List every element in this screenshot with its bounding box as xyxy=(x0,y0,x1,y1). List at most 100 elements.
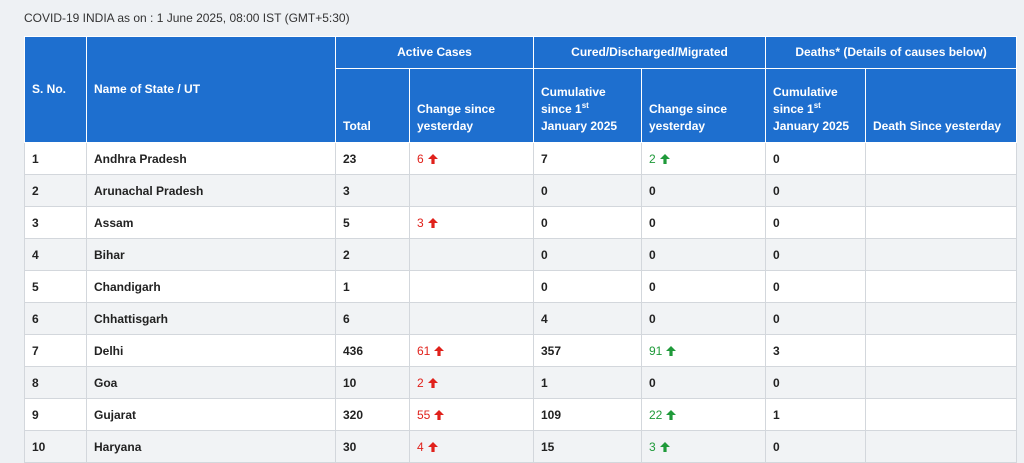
header-active-change: Change since yesterday xyxy=(409,68,534,143)
header-deaths-cumulative-b: January 2025 xyxy=(773,119,850,133)
cell-state-name: Chhattisgarh xyxy=(86,302,336,335)
cell-cured-change-value: 22 xyxy=(649,407,663,422)
cell-active-total: 10 xyxy=(335,366,410,399)
cell-active-change xyxy=(409,270,534,303)
cell-active-change: 2 xyxy=(409,366,534,399)
cell-deaths-since xyxy=(865,334,1018,367)
cell-cured-change-value: 91 xyxy=(649,343,663,358)
table-row: 10 Haryana 30 4 15 3 0 xyxy=(24,430,1018,463)
header-deaths-cumulative-sup: st xyxy=(813,101,821,110)
cell-active-total: 1 xyxy=(335,270,410,303)
header-deaths-cumulative-a: Cumulative since 1 xyxy=(773,85,838,116)
up-arrow-icon xyxy=(434,409,445,420)
cell-sno: 7 xyxy=(24,334,87,367)
cell-cured-change: 0 xyxy=(640,302,767,335)
cell-sno: 4 xyxy=(24,238,87,271)
up-arrow-icon xyxy=(427,441,438,452)
cell-cured-change: 0 xyxy=(640,238,767,271)
cell-active-change-value: 4 xyxy=(417,439,424,454)
cell-deaths-cumulative: 3 xyxy=(765,334,867,367)
cell-cured-cumulative: 0 xyxy=(533,174,642,207)
cell-deaths-since xyxy=(865,206,1018,239)
table-row: 7 Delhi 436 61 357 91 3 xyxy=(24,334,1018,367)
table-row: 8 Goa 10 2 1 0 0 xyxy=(24,366,1018,399)
cell-cured-change: 0 xyxy=(640,366,767,399)
header-deaths: Deaths* (Details of causes below) xyxy=(765,36,1018,69)
cell-deaths-since xyxy=(865,142,1018,175)
cell-state-name: Bihar xyxy=(86,238,336,271)
cell-deaths-cumulative: 0 xyxy=(765,302,867,335)
cell-active-change xyxy=(409,174,534,207)
cell-deaths-since xyxy=(865,238,1018,271)
cell-sno: 10 xyxy=(24,430,87,463)
cell-deaths-cumulative: 0 xyxy=(765,206,867,239)
cell-state-name: Gujarat xyxy=(86,398,336,431)
cell-cured-change: 3 xyxy=(640,430,767,463)
header-cured-change: Change since yesterday xyxy=(640,68,767,143)
cell-active-change: 3 xyxy=(409,206,534,239)
table-row: 1 Andhra Pradesh 23 6 7 2 0 xyxy=(24,142,1018,175)
cell-active-change: 55 xyxy=(409,398,534,431)
header-state: Name of State / UT xyxy=(86,36,336,143)
cell-active-total: 3 xyxy=(335,174,410,207)
cell-cured-cumulative: 0 xyxy=(533,270,642,303)
table-header: S. No. Name of State / UT Active Cases C… xyxy=(24,36,1018,143)
cell-deaths-since xyxy=(865,430,1018,463)
state-wise-table-container: S. No. Name of State / UT Active Cases C… xyxy=(24,36,1018,463)
cell-state-name: Goa xyxy=(86,366,336,399)
cell-sno: 8 xyxy=(24,366,87,399)
cell-deaths-cumulative: 0 xyxy=(765,430,867,463)
cell-active-change xyxy=(409,238,534,271)
cell-cured-change-value: 3 xyxy=(649,439,656,454)
cell-sno: 9 xyxy=(24,398,87,431)
up-arrow-icon xyxy=(427,153,438,164)
cell-deaths-since xyxy=(865,398,1018,431)
header-sno: S. No. xyxy=(24,36,87,143)
cell-sno: 2 xyxy=(24,174,87,207)
header-cured-cumulative: Cumulative since 1st January 2025 xyxy=(533,68,642,143)
cell-deaths-cumulative: 0 xyxy=(765,366,867,399)
cell-state-name: Haryana xyxy=(86,430,336,463)
table-row: 3 Assam 5 3 0 0 0 xyxy=(24,206,1018,239)
cell-cured-change: 91 xyxy=(640,334,767,367)
cell-cured-change: 0 xyxy=(640,270,767,303)
cell-state-name: Assam xyxy=(86,206,336,239)
table-row: 4 Bihar 2 0 0 0 xyxy=(24,238,1018,271)
cell-active-total: 320 xyxy=(335,398,410,431)
state-wise-table: S. No. Name of State / UT Active Cases C… xyxy=(24,36,1018,463)
cell-active-change: 61 xyxy=(409,334,534,367)
cell-sno: 5 xyxy=(24,270,87,303)
cell-state-name: Andhra Pradesh xyxy=(86,142,336,175)
cell-deaths-cumulative: 0 xyxy=(765,142,867,175)
cell-active-change-value: 55 xyxy=(417,407,431,422)
cell-cured-change: 0 xyxy=(640,174,767,207)
up-arrow-icon xyxy=(427,377,438,388)
cell-state-name: Arunachal Pradesh xyxy=(86,174,336,207)
cell-deaths-cumulative: 0 xyxy=(765,238,867,271)
cell-active-change: 4 xyxy=(409,430,534,463)
cell-cured-cumulative: 7 xyxy=(533,142,642,175)
table-body: 1 Andhra Pradesh 23 6 7 2 0 2 Arunachal Pradesh 3… xyxy=(24,142,1018,463)
cell-active-change-value: 6 xyxy=(417,151,424,166)
cell-deaths-since xyxy=(865,302,1018,335)
cell-cured-change: 22 xyxy=(640,398,767,431)
cell-active-total: 30 xyxy=(335,430,410,463)
table-row: 6 Chhattisgarh 6 4 0 0 xyxy=(24,302,1018,335)
up-arrow-icon xyxy=(434,345,445,356)
cell-active-change xyxy=(409,302,534,335)
header-deaths-cumulative: Cumulative since 1st January 2025 xyxy=(765,68,867,143)
cell-cured-cumulative: 15 xyxy=(533,430,642,463)
cell-cured-cumulative: 4 xyxy=(533,302,642,335)
up-arrow-icon xyxy=(659,441,670,452)
header-active-total: Total xyxy=(335,68,410,143)
up-arrow-icon xyxy=(427,217,438,228)
header-cured: Cured/Discharged/Migrated xyxy=(532,36,767,69)
cell-state-name: Delhi xyxy=(86,334,336,367)
cell-cured-cumulative: 357 xyxy=(533,334,642,367)
table-row: 2 Arunachal Pradesh 3 0 0 0 xyxy=(24,174,1018,207)
cell-cured-cumulative: 0 xyxy=(533,206,642,239)
page-caption: COVID-19 INDIA as on : 1 June 2025, 08:0… xyxy=(24,11,350,25)
cell-state-name: Chandigarh xyxy=(86,270,336,303)
cell-cured-cumulative: 1 xyxy=(533,366,642,399)
up-arrow-icon xyxy=(659,153,670,164)
